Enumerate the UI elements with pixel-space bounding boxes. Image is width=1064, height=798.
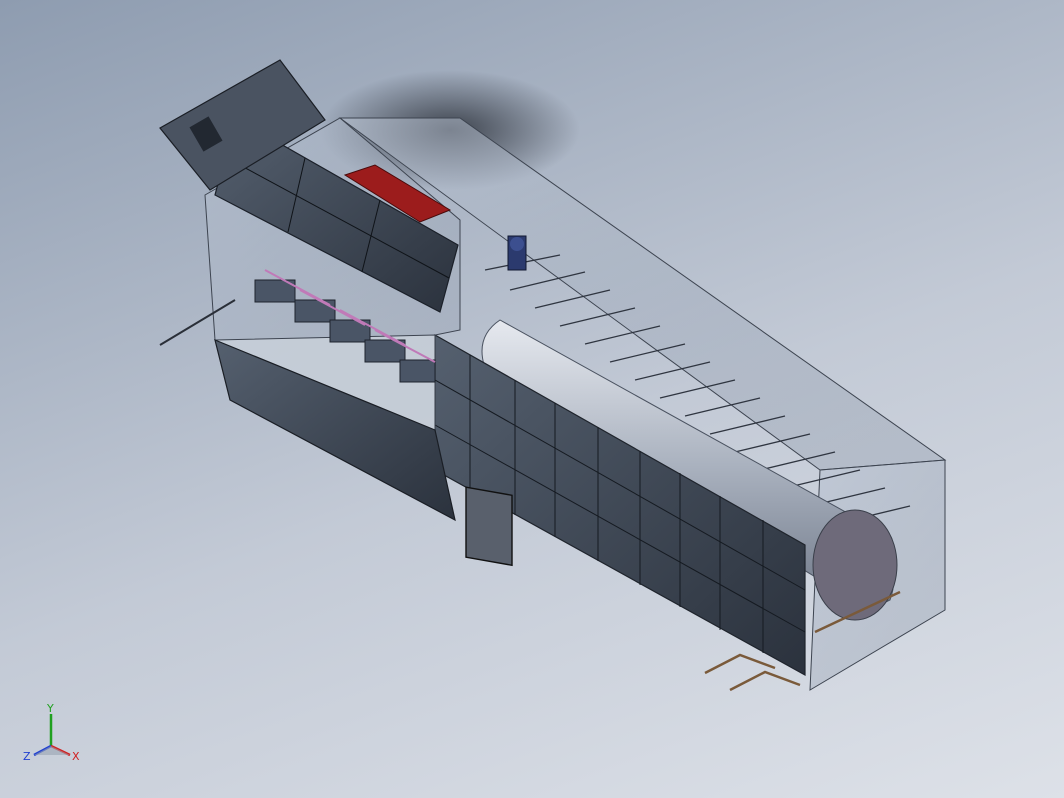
triad-base-shading: [34, 746, 70, 755]
cad-model-viewport[interactable]: [0, 0, 1064, 798]
tank-end-cap: [812, 509, 898, 621]
axis-triad[interactable]: Y X Z: [18, 700, 88, 770]
z-axis-label: Z: [23, 750, 31, 763]
access-hatch[interactable]: [465, 486, 513, 567]
x-axis-label: X: [72, 750, 80, 763]
pump-unit: [507, 235, 527, 271]
y-axis-label: Y: [46, 702, 54, 715]
